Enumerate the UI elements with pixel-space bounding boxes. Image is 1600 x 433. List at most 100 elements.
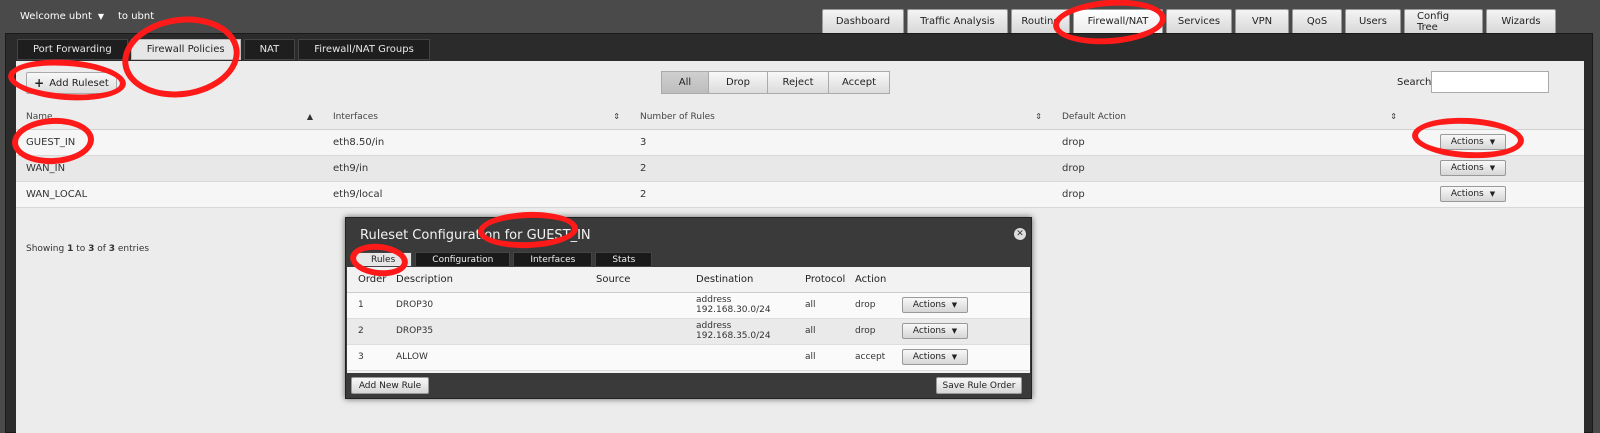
- rule-description: DROP35: [396, 318, 596, 345]
- actions-button[interactable]: Actions ▼: [1440, 160, 1506, 176]
- actions-button[interactable]: Actions ▼: [902, 349, 968, 365]
- tab-firewall-policies[interactable]: Firewall Policies: [130, 39, 241, 60]
- table-info: Showing 1 to 3 of 3 entries: [26, 244, 150, 254]
- col-description: Description: [396, 267, 596, 293]
- col-protocol: Protocol: [805, 267, 855, 293]
- close-icon[interactable]: ✕: [1014, 228, 1026, 240]
- rules-header-row: Order Description Source Destination Pro…: [347, 267, 1030, 293]
- rules-table-container: Order Description Source Destination Pro…: [347, 267, 1030, 373]
- tab-firewall-nat-groups[interactable]: Firewall/NAT Groups: [298, 39, 430, 60]
- actions-button[interactable]: Actions ▼: [1440, 186, 1506, 202]
- row-interfaces: eth8.50/in: [323, 129, 630, 156]
- nav-routing[interactable]: Routing: [1011, 9, 1070, 33]
- row-name: WAN_LOCAL: [16, 181, 323, 208]
- tab-stats[interactable]: Stats: [595, 252, 653, 267]
- sub-tabs: Port Forwarding Firewall Policies NAT Fi…: [17, 39, 430, 60]
- chevron-down-icon: ▼: [951, 353, 958, 361]
- actions-button[interactable]: Actions ▼: [902, 323, 968, 339]
- actions-button[interactable]: Actions ▼: [1440, 134, 1506, 150]
- chevron-down-icon: ▼: [951, 301, 958, 309]
- col-destination: Destination: [696, 267, 805, 293]
- rule-source: [596, 344, 696, 371]
- nav-services[interactable]: Services: [1166, 9, 1232, 33]
- rules-table: Order Description Source Destination Pro…: [347, 267, 1030, 371]
- rule-destination: address 192.168.35.0/24: [696, 318, 805, 345]
- rule-row[interactable]: 3 ALLOW all accept Actions ▼: [347, 344, 1030, 371]
- col-source: Source: [596, 267, 696, 293]
- dialog-tabs: Rules Configuration Interfaces Stats: [354, 252, 653, 267]
- nav-vpn[interactable]: VPN: [1235, 9, 1289, 33]
- chevron-down-icon: ▼: [1489, 190, 1496, 198]
- filter-reject[interactable]: Reject: [767, 71, 829, 94]
- col-rules[interactable]: Number of Rules ⇕: [630, 105, 1052, 130]
- sort-icon: ⇕: [1035, 112, 1042, 121]
- col-order: Order: [347, 267, 396, 293]
- filter-all[interactable]: All: [661, 71, 709, 94]
- add-ruleset-label: Add Ruleset: [49, 77, 109, 89]
- rule-action: drop: [855, 292, 902, 319]
- tab-nat[interactable]: NAT: [243, 39, 296, 60]
- col-interfaces[interactable]: Interfaces ⇕: [323, 105, 630, 130]
- chevron-down-icon: ▼: [1489, 138, 1496, 146]
- filter-drop[interactable]: Drop: [708, 71, 768, 94]
- rule-row[interactable]: 1 DROP30 address 192.168.30.0/24 all dro…: [347, 292, 1030, 319]
- row-action: drop: [1052, 129, 1407, 156]
- col-actions: [1407, 105, 1584, 130]
- nav-qos[interactable]: QoS: [1292, 9, 1342, 33]
- row-action: drop: [1052, 181, 1407, 208]
- rule-destination: [696, 344, 805, 371]
- rule-action: drop: [855, 318, 902, 345]
- sort-icon: ⇕: [1390, 112, 1397, 121]
- col-default-action[interactable]: Default Action ⇕: [1052, 105, 1407, 130]
- tab-port-forwarding[interactable]: Port Forwarding: [17, 39, 128, 60]
- actions-button[interactable]: Actions ▼: [902, 297, 968, 313]
- search-label: Search: [1397, 77, 1432, 88]
- action-filter: All Drop Reject Accept: [661, 71, 890, 94]
- row-rules: 3: [630, 129, 1052, 156]
- add-ruleset-button[interactable]: + Add Ruleset: [26, 72, 117, 94]
- nav-wizards[interactable]: Wizards: [1486, 9, 1556, 33]
- col-action: Action: [855, 267, 902, 293]
- row-action: drop: [1052, 155, 1407, 182]
- rule-row[interactable]: 2 DROP35 address 192.168.35.0/24 all dro…: [347, 318, 1030, 345]
- save-rule-order-button[interactable]: Save Rule Order: [936, 377, 1022, 394]
- row-name: GUEST_IN: [16, 129, 323, 156]
- nav-config-tree[interactable]: Config Tree: [1404, 9, 1483, 33]
- dialog-footer: Add New Rule Save Rule Order: [347, 373, 1030, 397]
- add-new-rule-button[interactable]: Add New Rule: [351, 377, 429, 394]
- table-row[interactable]: WAN_IN eth9/in 2 drop Actions ▼: [16, 155, 1584, 182]
- rule-action: accept: [855, 344, 902, 371]
- rule-protocol: all: [805, 292, 855, 319]
- rule-protocol: all: [805, 318, 855, 345]
- search-input[interactable]: [1431, 71, 1549, 93]
- col-buttons: [902, 267, 1030, 293]
- rule-source: [596, 292, 696, 319]
- plus-icon: +: [34, 76, 45, 90]
- rule-destination: address 192.168.30.0/24: [696, 292, 805, 319]
- row-interfaces: eth9/local: [323, 181, 630, 208]
- sort-icon: ⇕: [613, 112, 620, 121]
- table-header-row: Name ▲ Interfaces ⇕ Number of Rules ⇕ Defau…: [16, 105, 1584, 130]
- nav-firewall-nat[interactable]: Firewall/NAT: [1073, 9, 1163, 33]
- rule-order: 2: [347, 318, 396, 345]
- nav-dashboard[interactable]: Dashboard: [822, 9, 904, 33]
- nav-traffic-analysis[interactable]: Traffic Analysis: [907, 9, 1008, 33]
- table-row[interactable]: WAN_LOCAL eth9/local 2 drop Actions ▼: [16, 181, 1584, 208]
- table-row[interactable]: GUEST_IN eth8.50/in 3 drop Actions ▼: [16, 129, 1584, 156]
- user-menu[interactable]: Welcome ubnt ▼: [20, 11, 104, 22]
- nav-users[interactable]: Users: [1345, 9, 1401, 33]
- col-name[interactable]: Name ▲: [16, 105, 323, 130]
- rule-order: 1: [347, 292, 396, 319]
- main-nav: Dashboard Traffic Analysis Routing Firew…: [822, 9, 1556, 33]
- tab-configuration[interactable]: Configuration: [415, 252, 511, 267]
- tab-interfaces[interactable]: Interfaces: [513, 252, 593, 267]
- ruleset-table: Name ▲ Interfaces ⇕ Number of Rules ⇕ Defau…: [16, 105, 1584, 208]
- row-rules: 2: [630, 181, 1052, 208]
- chevron-down-icon: ▼: [951, 327, 958, 335]
- sort-asc-icon: ▲: [306, 112, 313, 121]
- filter-accept[interactable]: Accept: [828, 71, 890, 94]
- rule-description: ALLOW: [396, 344, 596, 371]
- dialog-title: Ruleset Configuration for GUEST_IN: [360, 228, 591, 243]
- tab-rules[interactable]: Rules: [354, 252, 413, 267]
- welcome-label: Welcome ubnt: [20, 11, 92, 22]
